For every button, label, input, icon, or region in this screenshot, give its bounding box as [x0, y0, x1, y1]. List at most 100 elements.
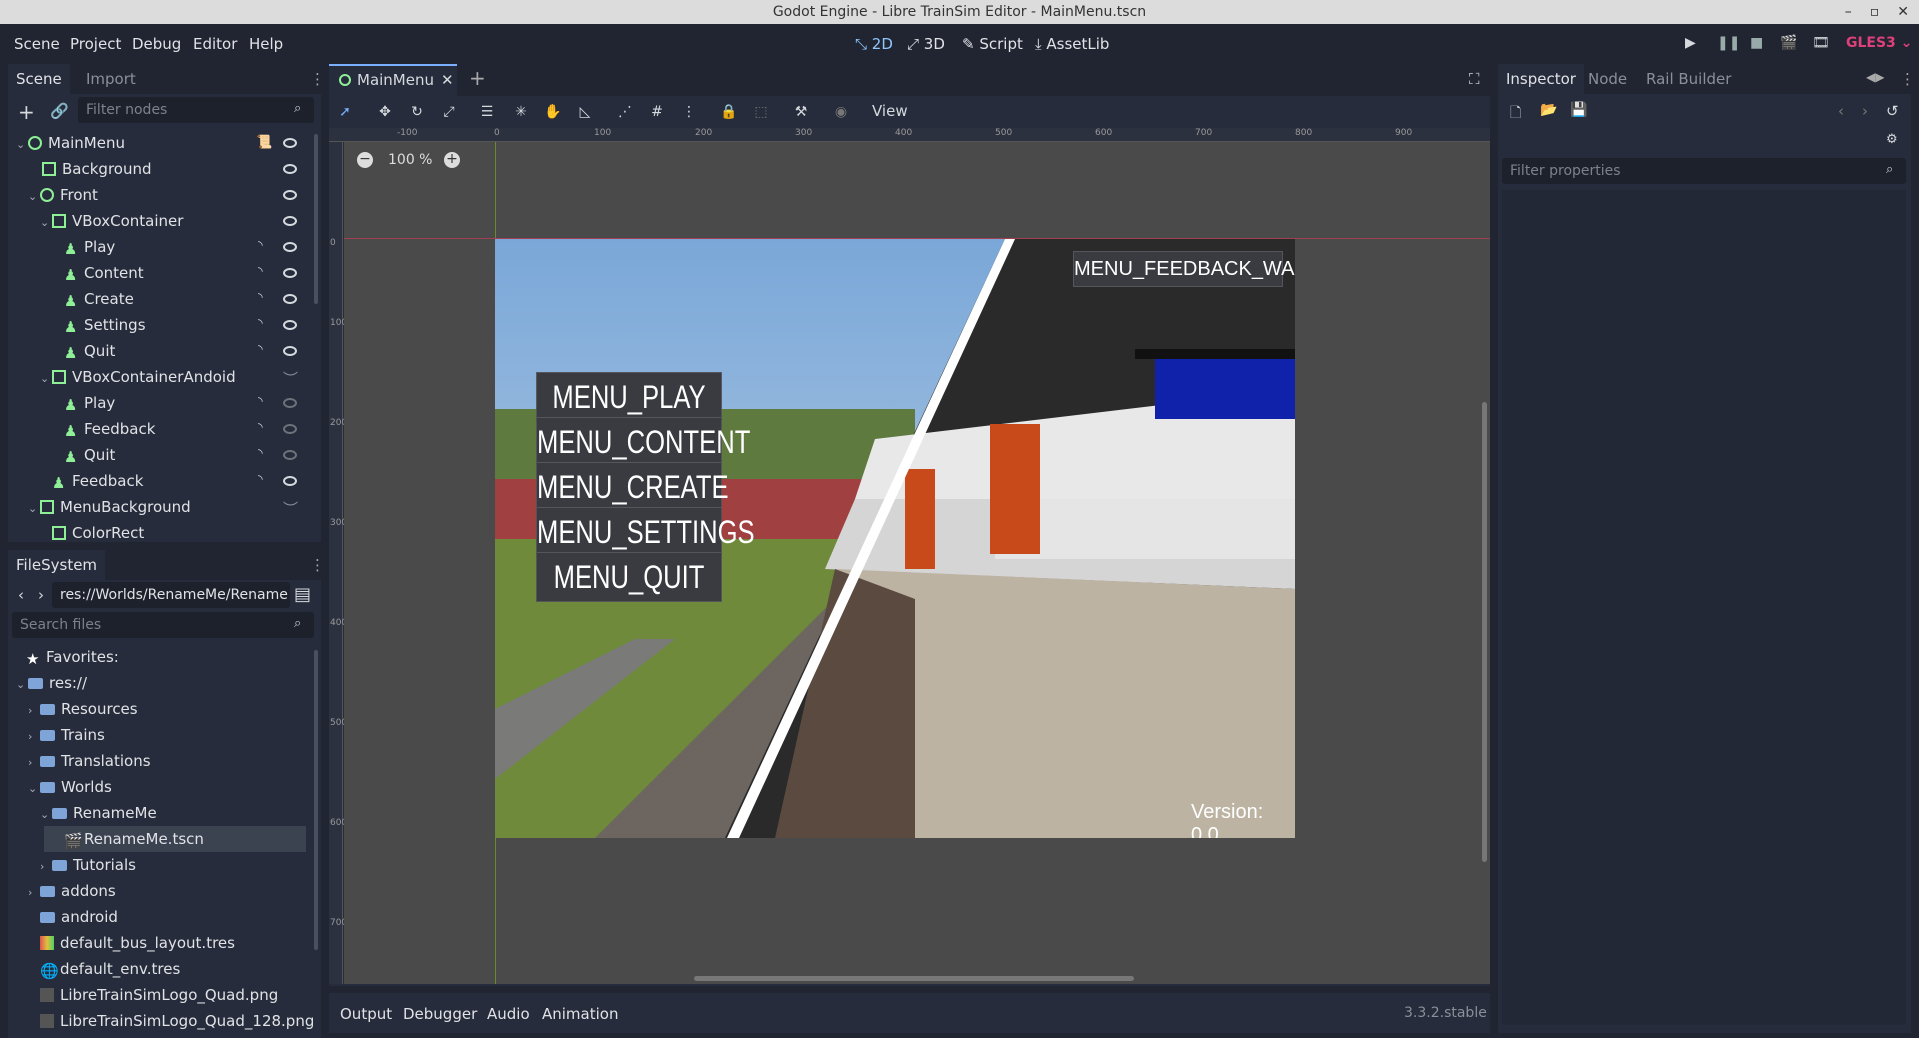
menu-project[interactable]: Project — [70, 35, 121, 53]
visibility-icon[interactable] — [283, 476, 297, 486]
group-icon[interactable]: ⬚ — [751, 102, 771, 122]
tab-rail-builder[interactable]: Rail Builder — [1638, 64, 1739, 94]
new-resource-icon[interactable]: 🗋 — [1510, 102, 1521, 126]
tab-node[interactable]: Node — [1580, 64, 1635, 94]
tree-node-create[interactable]: ♟ Create — [64, 286, 134, 312]
history-forward-icon[interactable]: › — [1862, 102, 1868, 120]
favorites[interactable]: ★ Favorites: — [26, 644, 119, 670]
play-scene-icon[interactable]: 🎬 — [1780, 35, 1797, 51]
menu-content-button[interactable]: MENU_CONTENT — [536, 417, 750, 467]
select-tool-icon[interactable]: ➚ — [335, 102, 355, 122]
zoom-level[interactable]: 100 % — [388, 152, 432, 168]
signal-icon[interactable]: ◝ — [258, 264, 263, 278]
menu-play-button[interactable]: MENU_PLAY — [536, 372, 722, 422]
tab-filesystem[interactable]: FileSystem — [8, 550, 106, 580]
signal-icon[interactable]: ◝ — [258, 238, 263, 252]
tools-icon[interactable]: ⚙ — [1886, 132, 1898, 147]
visibility-icon[interactable] — [283, 138, 297, 148]
menu-debug[interactable]: Debug — [132, 35, 181, 53]
visibility-icon[interactable] — [283, 398, 297, 408]
tab-import[interactable]: Import — [78, 64, 144, 94]
tree-node-play[interactable]: ♟ Play — [64, 234, 115, 260]
history-icon[interactable]: ↺ — [1886, 102, 1899, 120]
folder-resources[interactable]: › Resources — [28, 696, 138, 722]
dock-menu-icon[interactable]: ⋮ — [310, 70, 325, 88]
tab-debugger[interactable]: Debugger — [403, 1005, 477, 1023]
signal-icon[interactable]: ◝ — [258, 394, 263, 408]
workspace-assetlib[interactable]: ⤓ AssetLib — [1035, 35, 1109, 53]
history-back-icon[interactable]: ‹ — [1838, 102, 1844, 120]
smart-snap-icon[interactable]: ⋰ — [615, 102, 635, 122]
folder-res[interactable]: ⌄ res:// — [16, 670, 87, 696]
renderer-select[interactable]: GLES3 ⌄ — [1846, 35, 1912, 51]
scrollbar[interactable] — [314, 134, 318, 304]
file-default-bus-layout[interactable]: default_bus_layout.tres — [40, 930, 235, 956]
tree-node-feedback[interactable]: ♟ Feedback — [52, 468, 143, 494]
tab-output[interactable]: Output — [340, 1005, 392, 1023]
zoom-in-icon[interactable]: + — [444, 152, 460, 168]
visibility-icon[interactable] — [283, 450, 297, 460]
play-icon[interactable]: ▶ — [1685, 35, 1696, 51]
grid-snap-icon[interactable]: # — [647, 102, 667, 122]
dock-menu-icon[interactable]: ⋮ — [310, 556, 325, 574]
signal-icon[interactable]: ◝ — [258, 290, 263, 304]
hidden-icon[interactable]: ︶ — [283, 498, 298, 519]
visibility-icon[interactable] — [283, 424, 297, 434]
tree-node-front[interactable]: ⌄ Front — [28, 182, 98, 208]
tab-animation[interactable]: Animation — [542, 1005, 618, 1023]
menu-editor[interactable]: Editor — [193, 35, 237, 53]
workspace-3d[interactable]: ⤢ 3D — [907, 35, 945, 53]
visibility-icon[interactable] — [283, 216, 297, 226]
lock-icon[interactable]: 🔒 — [719, 102, 739, 122]
search-files-input[interactable]: Search files — [12, 612, 314, 638]
back-icon[interactable]: ‹ — [18, 586, 24, 604]
zoom-out-icon[interactable]: − — [357, 152, 373, 168]
tab-audio[interactable]: Audio — [487, 1005, 530, 1023]
maximize-icon[interactable]: ▫ — [1870, 4, 1880, 20]
tab-inspector[interactable]: Inspector — [1498, 64, 1584, 94]
visibility-icon[interactable] — [283, 346, 297, 356]
file-default-env[interactable]: 🌐default_env.tres — [40, 956, 180, 982]
open-folder-icon[interactable]: 📂 — [1540, 102, 1557, 118]
signal-icon[interactable]: ◝ — [258, 446, 263, 460]
close-icon[interactable]: ✕ — [1897, 4, 1909, 20]
pan-tool-icon[interactable]: ✋ — [543, 102, 563, 122]
folder-trains[interactable]: › Trains — [28, 722, 105, 748]
menu-create-button[interactable]: MENU_CREATE — [536, 462, 729, 512]
filter-properties-input[interactable]: Filter properties — [1502, 158, 1906, 184]
tree-node-mainmenu[interactable]: ⌄ MainMenu — [16, 130, 125, 156]
signal-icon[interactable]: ◝ — [258, 420, 263, 434]
folder-renameme[interactable]: ⌄ RenameMe — [40, 800, 157, 826]
snap-options-icon[interactable]: ⋮ — [679, 102, 699, 122]
tree-node-vboxcontainer[interactable]: ⌄ VBoxContainer — [40, 208, 183, 234]
folder-translations[interactable]: › Translations — [28, 748, 151, 774]
feedback-button[interactable]: MENU_FEEDBACK_WANTED — [1073, 251, 1295, 287]
ruler-tool-icon[interactable]: ◺ — [575, 102, 595, 122]
menu-quit-button[interactable]: MENU_QUIT — [536, 552, 722, 602]
move-tool-icon[interactable]: ✥ — [375, 102, 395, 122]
hidden-icon[interactable]: ︶ — [283, 368, 298, 389]
filter-nodes-input[interactable]: Filter nodes — [78, 97, 314, 123]
visibility-icon[interactable] — [283, 294, 297, 304]
horizontal-scrollbar[interactable] — [694, 976, 1134, 981]
tree-node-settings[interactable]: ♟ Settings — [64, 312, 146, 338]
file-renameme-tscn[interactable]: 🎬RenameMe.tscn — [64, 826, 204, 852]
menu-help[interactable]: Help — [249, 35, 283, 53]
tree-node-feedback-android[interactable]: ♟ Feedback — [64, 416, 155, 442]
visibility-icon[interactable] — [283, 190, 297, 200]
file-logo-quad[interactable]: LibreTrainSimLogo_Quad.png — [40, 982, 278, 1008]
path-input[interactable]: res://Worlds/RenameMe/Rename — [52, 582, 290, 608]
folder-addons[interactable]: › addons — [28, 878, 116, 904]
visibility-icon[interactable] — [283, 320, 297, 330]
signal-icon[interactable]: ◝ — [258, 316, 263, 330]
scrollbar[interactable] — [314, 650, 318, 950]
distraction-free-icon[interactable]: ⛶ — [1469, 70, 1480, 88]
play-custom-scene-icon[interactable]: 🎞 — [1812, 35, 1830, 51]
forward-icon[interactable]: › — [38, 586, 44, 604]
dock-menu-icon[interactable]: ⋮ — [1900, 70, 1915, 88]
tree-node-menubackground[interactable]: ⌄ MenuBackground — [28, 494, 191, 520]
tab-scene[interactable]: Scene — [8, 64, 70, 94]
save-icon[interactable]: 💾 — [1570, 102, 1587, 118]
signal-icon[interactable]: ◝ — [258, 342, 263, 356]
split-mode-icon[interactable]: ▤ — [294, 584, 311, 605]
